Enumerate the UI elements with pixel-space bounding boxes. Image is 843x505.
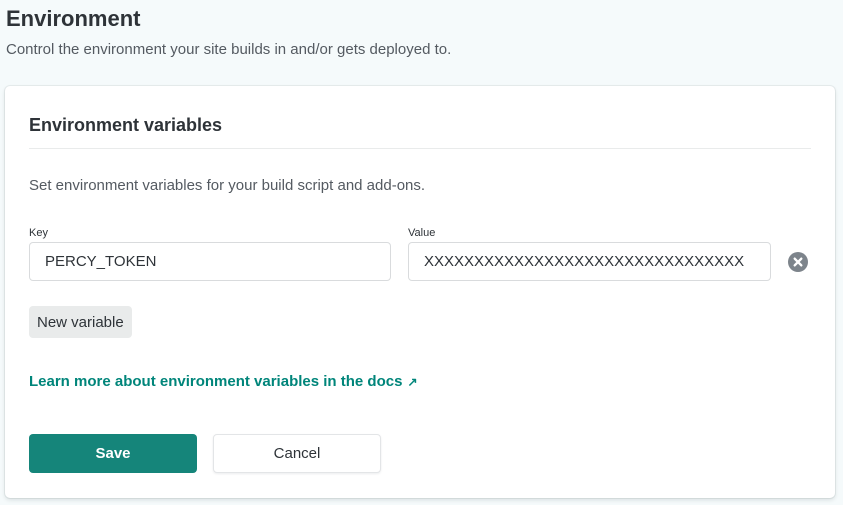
docs-link[interactable]: Learn more about environment variables i… — [29, 372, 418, 392]
variable-key-input[interactable] — [29, 242, 391, 281]
remove-variable-button[interactable] — [788, 252, 808, 272]
value-label: Value — [408, 227, 436, 239]
save-button[interactable]: Save — [29, 434, 197, 473]
environment-variables-card: Environment variables Set environment va… — [5, 86, 835, 498]
close-circle-icon — [788, 252, 808, 272]
docs-link-text: Learn more about environment variables i… — [29, 373, 403, 390]
card-description: Set environment variables for your build… — [29, 177, 426, 194]
variable-value-input[interactable] — [408, 242, 771, 281]
cancel-button[interactable]: Cancel — [213, 434, 381, 473]
page-subtitle: Control the environment your site builds… — [6, 41, 452, 58]
key-label: Key — [29, 227, 48, 239]
new-variable-button[interactable]: New variable — [29, 306, 132, 338]
page-title: Environment — [6, 6, 141, 31]
card-title: Environment variables — [29, 115, 223, 135]
card-divider — [29, 148, 811, 149]
external-arrow-icon: ↗ — [407, 375, 418, 389]
